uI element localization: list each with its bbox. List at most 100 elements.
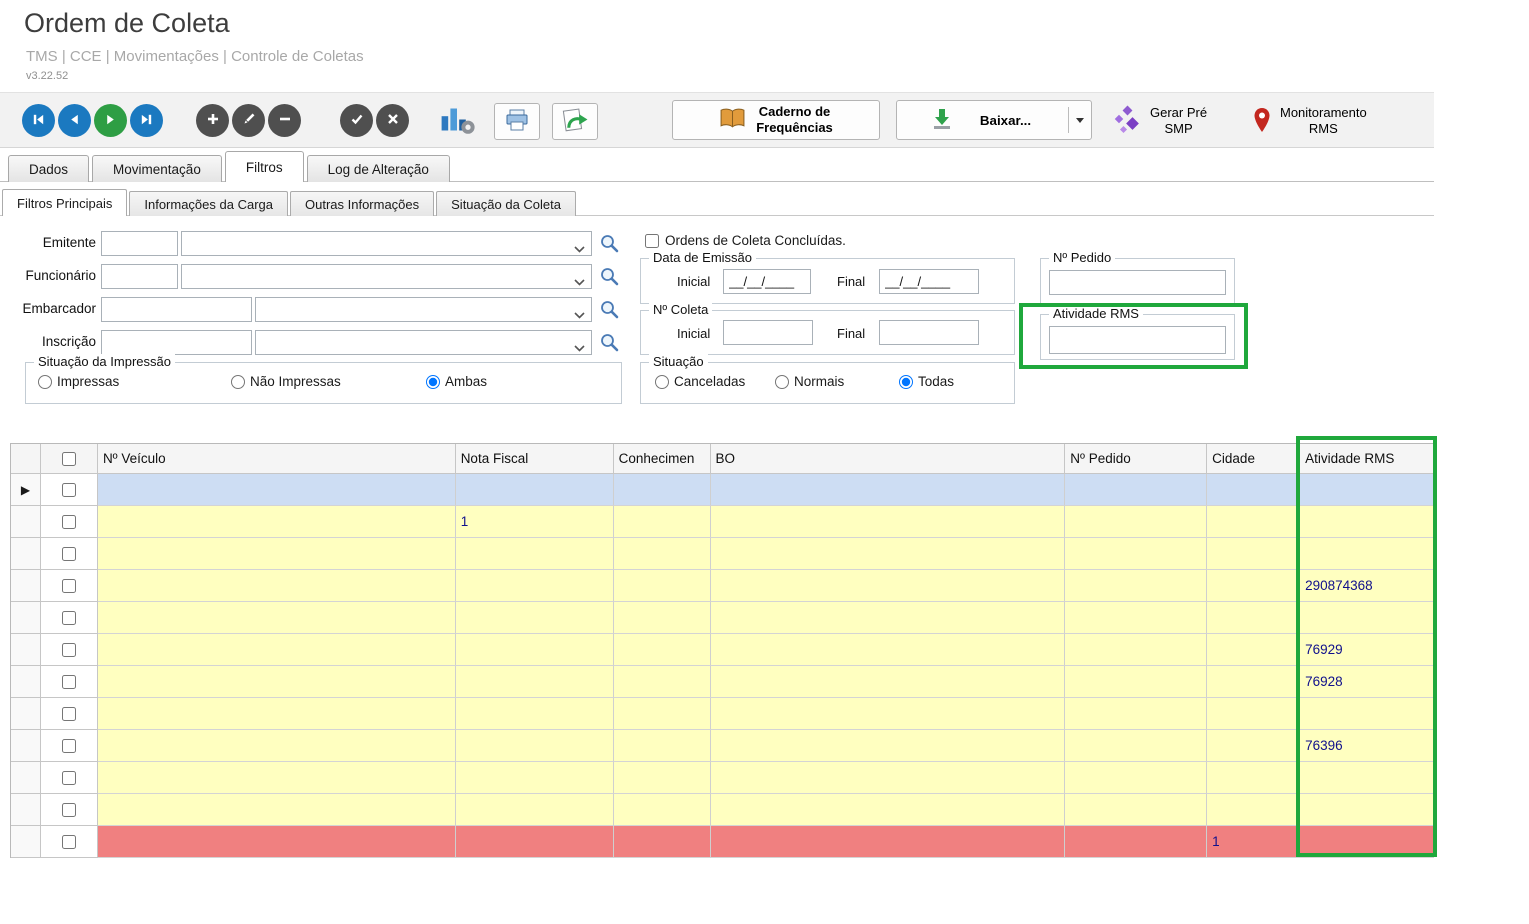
- funcionario-search-button[interactable]: [598, 266, 620, 288]
- add-button[interactable]: [196, 104, 229, 137]
- header-nota-fiscal[interactable]: Nota Fiscal: [456, 444, 614, 474]
- select-all-checkbox[interactable]: [62, 452, 76, 466]
- row-checkbox[interactable]: [62, 483, 76, 497]
- embarcador-code-input[interactable]: [101, 297, 252, 322]
- table-row[interactable]: 290874368: [11, 570, 1434, 602]
- tab-log-alteracao[interactable]: Log de Alteração: [307, 155, 450, 182]
- row-checkbox[interactable]: [62, 547, 76, 561]
- radio-canceladas[interactable]: Canceladas: [655, 374, 745, 389]
- table-row[interactable]: [11, 794, 1434, 826]
- embarcador-search-button[interactable]: [598, 299, 620, 321]
- table-row[interactable]: 76928: [11, 666, 1434, 698]
- concluidas-checkbox-row[interactable]: Ordens de Coleta Concluídas.: [645, 233, 846, 248]
- table-row[interactable]: [11, 602, 1434, 634]
- row-checkbox[interactable]: [62, 835, 76, 849]
- table-row[interactable]: 76929: [11, 634, 1434, 666]
- radio-impressas-input[interactable]: [38, 375, 52, 389]
- row-checkbox[interactable]: [62, 515, 76, 529]
- cell-no-veiculo: [98, 762, 456, 794]
- radio-nao-impressas[interactable]: Não Impressas: [231, 374, 341, 389]
- cell-cidade: [1207, 474, 1300, 506]
- table-row[interactable]: [11, 698, 1434, 730]
- subtab-situacao-coleta[interactable]: Situação da Coleta: [436, 191, 576, 216]
- table-row[interactable]: [11, 538, 1434, 570]
- emitente-code-input[interactable]: [101, 231, 178, 256]
- emitente-combo[interactable]: [181, 231, 592, 256]
- row-checkbox[interactable]: [62, 739, 76, 753]
- concluidas-label: Ordens de Coleta Concluídas.: [665, 233, 846, 248]
- data-emissao-final-input[interactable]: [879, 269, 979, 294]
- edit-button[interactable]: [232, 104, 265, 137]
- subtab-filtros-principais[interactable]: Filtros Principais: [2, 189, 127, 216]
- table-row[interactable]: ▶: [11, 474, 1434, 506]
- chevron-down-icon: [574, 307, 585, 322]
- nav-first-button[interactable]: [22, 104, 55, 137]
- radio-canceladas-input[interactable]: [655, 375, 669, 389]
- data-emissao-inicial-input[interactable]: [723, 269, 811, 294]
- header-conhecimento[interactable]: Conhecimen: [614, 444, 711, 474]
- table-row[interactable]: [11, 762, 1434, 794]
- table-row[interactable]: 1: [11, 506, 1434, 538]
- row-checkbox[interactable]: [62, 611, 76, 625]
- row-checkbox[interactable]: [62, 803, 76, 817]
- radio-todas[interactable]: Todas: [899, 374, 954, 389]
- gerar-pre-smp-button[interactable]: Gerar Pré SMP: [1112, 99, 1207, 143]
- emitente-search-button[interactable]: [598, 233, 620, 255]
- nav-next-button[interactable]: [94, 104, 127, 137]
- print-button[interactable]: [494, 103, 540, 140]
- radio-canceladas-label: Canceladas: [674, 374, 745, 389]
- monitoramento-rms-button[interactable]: Monitoramento RMS: [1252, 99, 1367, 143]
- nav-last-button[interactable]: [130, 104, 163, 137]
- row-checkbox[interactable]: [62, 771, 76, 785]
- row-checkbox[interactable]: [62, 707, 76, 721]
- table-row[interactable]: 1: [11, 826, 1434, 858]
- no-pedido-input[interactable]: [1049, 270, 1226, 295]
- table-row[interactable]: 76396: [11, 730, 1434, 762]
- no-coleta-inicial-input[interactable]: [723, 320, 813, 345]
- concluidas-checkbox[interactable]: [645, 234, 659, 248]
- cell-cidade: [1207, 698, 1300, 730]
- embarcador-combo[interactable]: [255, 297, 592, 322]
- subtab-outras-informacoes[interactable]: Outras Informações: [290, 191, 434, 216]
- header-bo[interactable]: BO: [711, 444, 1066, 474]
- radio-impressas[interactable]: Impressas: [38, 374, 119, 389]
- inscricao-code-input[interactable]: [101, 330, 252, 355]
- export-button[interactable]: [552, 103, 598, 140]
- row-checkbox[interactable]: [62, 675, 76, 689]
- tab-filtros[interactable]: Filtros: [225, 151, 304, 182]
- funcionario-combo[interactable]: [181, 264, 592, 289]
- tab-movimentacao[interactable]: Movimentação: [92, 155, 222, 182]
- subtab-informacoes-carga[interactable]: Informações da Carga: [129, 191, 288, 216]
- radio-todas-input[interactable]: [899, 375, 913, 389]
- cancel-button[interactable]: [376, 104, 409, 137]
- confirm-button[interactable]: [340, 104, 373, 137]
- caderno-frequencias-button[interactable]: Caderno de Frequências: [672, 100, 880, 140]
- tab-dados[interactable]: Dados: [8, 155, 89, 182]
- funcionario-code-input[interactable]: [101, 264, 178, 289]
- baixar-button[interactable]: Baixar...: [896, 100, 1092, 140]
- nav-prev-button[interactable]: [58, 104, 91, 137]
- chart-button[interactable]: [438, 103, 476, 139]
- header-atividade-rms[interactable]: Atividade RMS: [1300, 444, 1434, 474]
- row-checkbox[interactable]: [62, 643, 76, 657]
- chevron-down-icon: [574, 340, 585, 355]
- radio-ambas[interactable]: Ambas: [426, 374, 487, 389]
- header-no-pedido[interactable]: Nº Pedido: [1065, 444, 1207, 474]
- header-no-veiculo[interactable]: Nº Veículo: [98, 444, 456, 474]
- no-pedido-legend: Nº Pedido: [1049, 250, 1115, 265]
- radio-ambas-input[interactable]: [426, 375, 440, 389]
- atividade-rms-input[interactable]: [1049, 326, 1226, 354]
- delete-button[interactable]: [268, 104, 301, 137]
- inscricao-combo[interactable]: [255, 330, 592, 355]
- radio-nao-impressas-input[interactable]: [231, 375, 245, 389]
- header-cidade[interactable]: Cidade: [1207, 444, 1300, 474]
- cell-bo: [711, 506, 1066, 538]
- row-checkbox-cell: [41, 794, 98, 826]
- radio-normais[interactable]: Normais: [775, 374, 844, 389]
- chevron-down-icon[interactable]: [1076, 118, 1084, 123]
- no-coleta-final-input[interactable]: [879, 320, 979, 345]
- inscricao-search-button[interactable]: [598, 332, 620, 354]
- cell-nota-fiscal: 1: [456, 506, 614, 538]
- row-checkbox[interactable]: [62, 579, 76, 593]
- radio-normais-input[interactable]: [775, 375, 789, 389]
